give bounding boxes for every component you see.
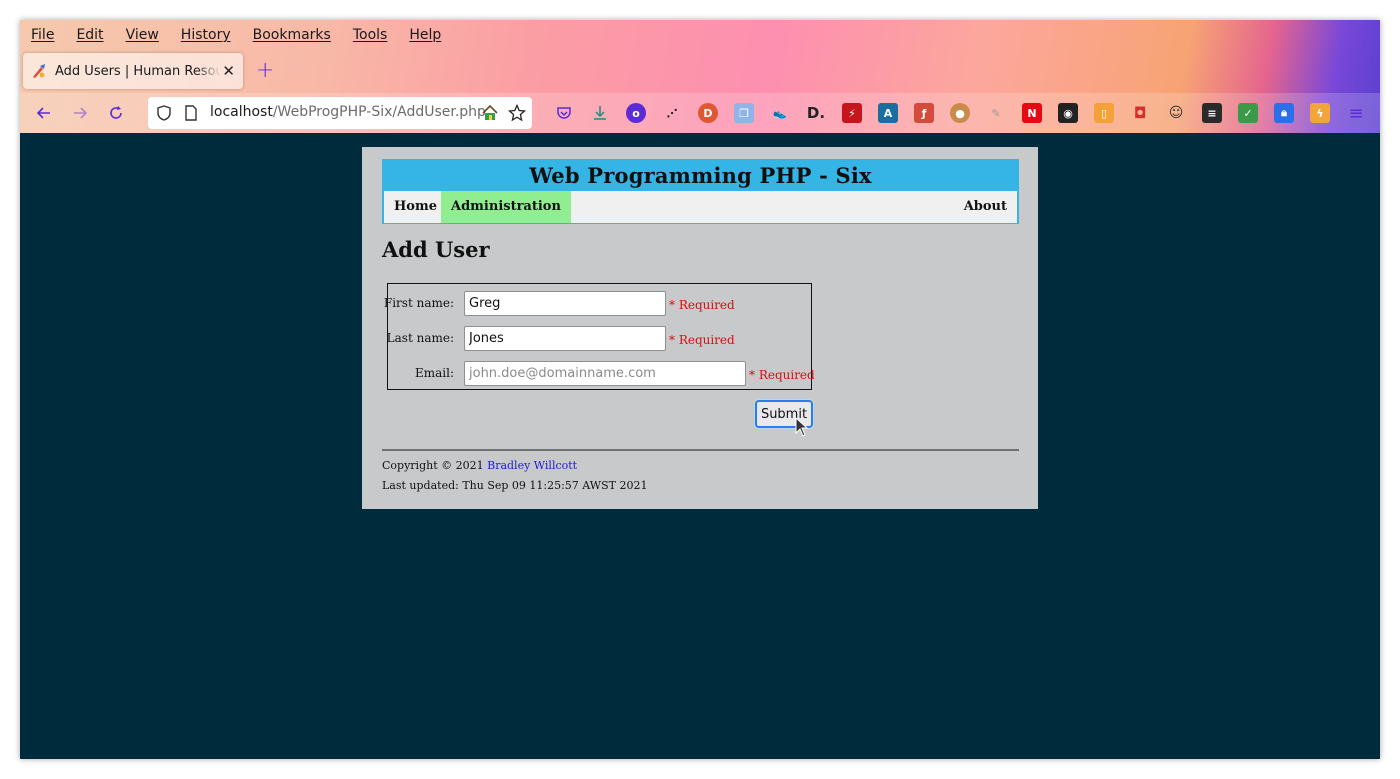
- site-title: Web Programming PHP - Six: [384, 161, 1017, 191]
- home-icon[interactable]: [481, 104, 499, 122]
- menu-tools[interactable]: Tools: [353, 27, 388, 43]
- page-viewport: Web Programming PHP - Six Home Administr…: [20, 133, 1380, 759]
- site-nav: Home Administration About: [384, 191, 1017, 223]
- bookmark-star-icon[interactable]: [508, 104, 526, 122]
- footer-copyright: Copyright © 2021 Bradley Willcott: [382, 459, 578, 472]
- first-name-required: * Required: [669, 298, 735, 312]
- hamburger-menu-icon[interactable]: ≡: [1346, 103, 1366, 124]
- cookie-icon[interactable]: ●: [950, 103, 970, 123]
- wand-icon[interactable]: ⚡: [842, 103, 862, 123]
- email-row: Email: * Required: [388, 359, 815, 389]
- first-name-label: First name:: [383, 296, 454, 310]
- nav-toolbar: localhost/WebProgPHP-Six/AddUser.php o ⋰…: [20, 93, 1380, 133]
- trash-icon[interactable]: ▯: [1094, 103, 1114, 123]
- favicon-icon: [33, 64, 45, 78]
- add-user-form: First name: * Required Last name: * Requ…: [384, 283, 815, 390]
- reload-icon[interactable]: [106, 103, 126, 123]
- site-header: Web Programming PHP - Six Home Administr…: [382, 159, 1019, 224]
- email-field[interactable]: [464, 361, 746, 386]
- feather-icon[interactable]: ✎: [986, 103, 1006, 123]
- menu-edit[interactable]: Edit: [76, 27, 103, 43]
- new-tab-icon[interactable]: +: [256, 58, 274, 83]
- last-name-field[interactable]: [464, 326, 666, 351]
- forward-icon[interactable]: [70, 103, 90, 123]
- page-icon[interactable]: [184, 105, 198, 121]
- back-icon[interactable]: [34, 103, 54, 123]
- lock-icon[interactable]: 🔒︎: [1274, 103, 1294, 123]
- tab-strip: Add Users | Human Resources ✕ +: [20, 53, 1380, 93]
- nav-home[interactable]: Home: [384, 191, 447, 223]
- first-name-field[interactable]: [464, 291, 666, 316]
- dots-arrow-icon[interactable]: ⋰: [662, 103, 682, 123]
- extensions-toolbar: o ⋰ D ❐ 👟 D. ⚡ A ƒ ● ✎ N ◉ ▯ ◘ ☺ ≡ ✓ 🔒︎ …: [554, 101, 1380, 125]
- browser-window: File Edit View History Bookmarks Tools H…: [20, 20, 1380, 759]
- duckduckgo-icon[interactable]: D: [698, 103, 718, 123]
- last-name-row: Last name: * Required: [386, 324, 811, 354]
- tor-circle-icon[interactable]: o: [626, 103, 646, 123]
- last-name-label: Last name:: [386, 331, 454, 345]
- download-icon[interactable]: [590, 103, 610, 123]
- email-required: * Required: [749, 368, 815, 382]
- eye-badge-icon[interactable]: ◉: [1058, 103, 1078, 123]
- author-link[interactable]: Bradley Willcott: [487, 459, 577, 472]
- menu-bookmarks[interactable]: Bookmarks: [253, 27, 331, 43]
- d-logo-icon[interactable]: D.: [806, 103, 826, 123]
- url-bar[interactable]: localhost/WebProgPHP-Six/AddUser.php: [148, 97, 532, 129]
- mouse-cursor-icon: [795, 417, 809, 437]
- netflix-icon[interactable]: N: [1022, 103, 1042, 123]
- menu-file[interactable]: File: [31, 27, 54, 43]
- server-icon[interactable]: ≡: [1202, 103, 1222, 123]
- nav-about[interactable]: About: [954, 191, 1017, 223]
- sneaker-icon[interactable]: 👟: [770, 103, 790, 123]
- footer-divider: [382, 449, 1019, 451]
- nav-administration[interactable]: Administration: [441, 191, 571, 223]
- pocket-icon[interactable]: [554, 103, 574, 123]
- footer-last-updated: Last updated: Thu Sep 09 11:25:57 AWST 2…: [382, 479, 648, 492]
- tab-title: Add Users | Human Resources: [55, 63, 221, 79]
- lightning-icon[interactable]: ϟ: [1310, 103, 1330, 123]
- tab-add-users[interactable]: Add Users | Human Resources ✕: [23, 53, 243, 89]
- menu-bar: File Edit View History Bookmarks Tools H…: [20, 20, 1380, 50]
- shield-icon[interactable]: [156, 105, 172, 121]
- browser-chrome: File Edit View History Bookmarks Tools H…: [20, 20, 1380, 133]
- page-container: Web Programming PHP - Six Home Administr…: [362, 147, 1038, 509]
- last-name-required: * Required: [669, 333, 735, 347]
- flash-icon[interactable]: ƒ: [914, 103, 934, 123]
- page-title: Add User: [382, 237, 490, 262]
- a-letter-icon[interactable]: A: [878, 103, 898, 123]
- first-name-row: First name: * Required: [384, 289, 811, 319]
- note-icon[interactable]: ✓: [1238, 103, 1258, 123]
- menu-help[interactable]: Help: [409, 27, 441, 43]
- copy-pages-icon[interactable]: ❐: [734, 103, 754, 123]
- camera-icon[interactable]: ◘: [1130, 103, 1150, 123]
- email-label: Email:: [414, 366, 454, 380]
- spy-icon[interactable]: ☺: [1166, 103, 1186, 123]
- menu-view[interactable]: View: [126, 27, 159, 43]
- url-text[interactable]: localhost/WebProgPHP-Six/AddUser.php: [210, 104, 486, 120]
- close-tab-icon[interactable]: ✕: [222, 62, 235, 80]
- menu-history[interactable]: History: [181, 27, 231, 43]
